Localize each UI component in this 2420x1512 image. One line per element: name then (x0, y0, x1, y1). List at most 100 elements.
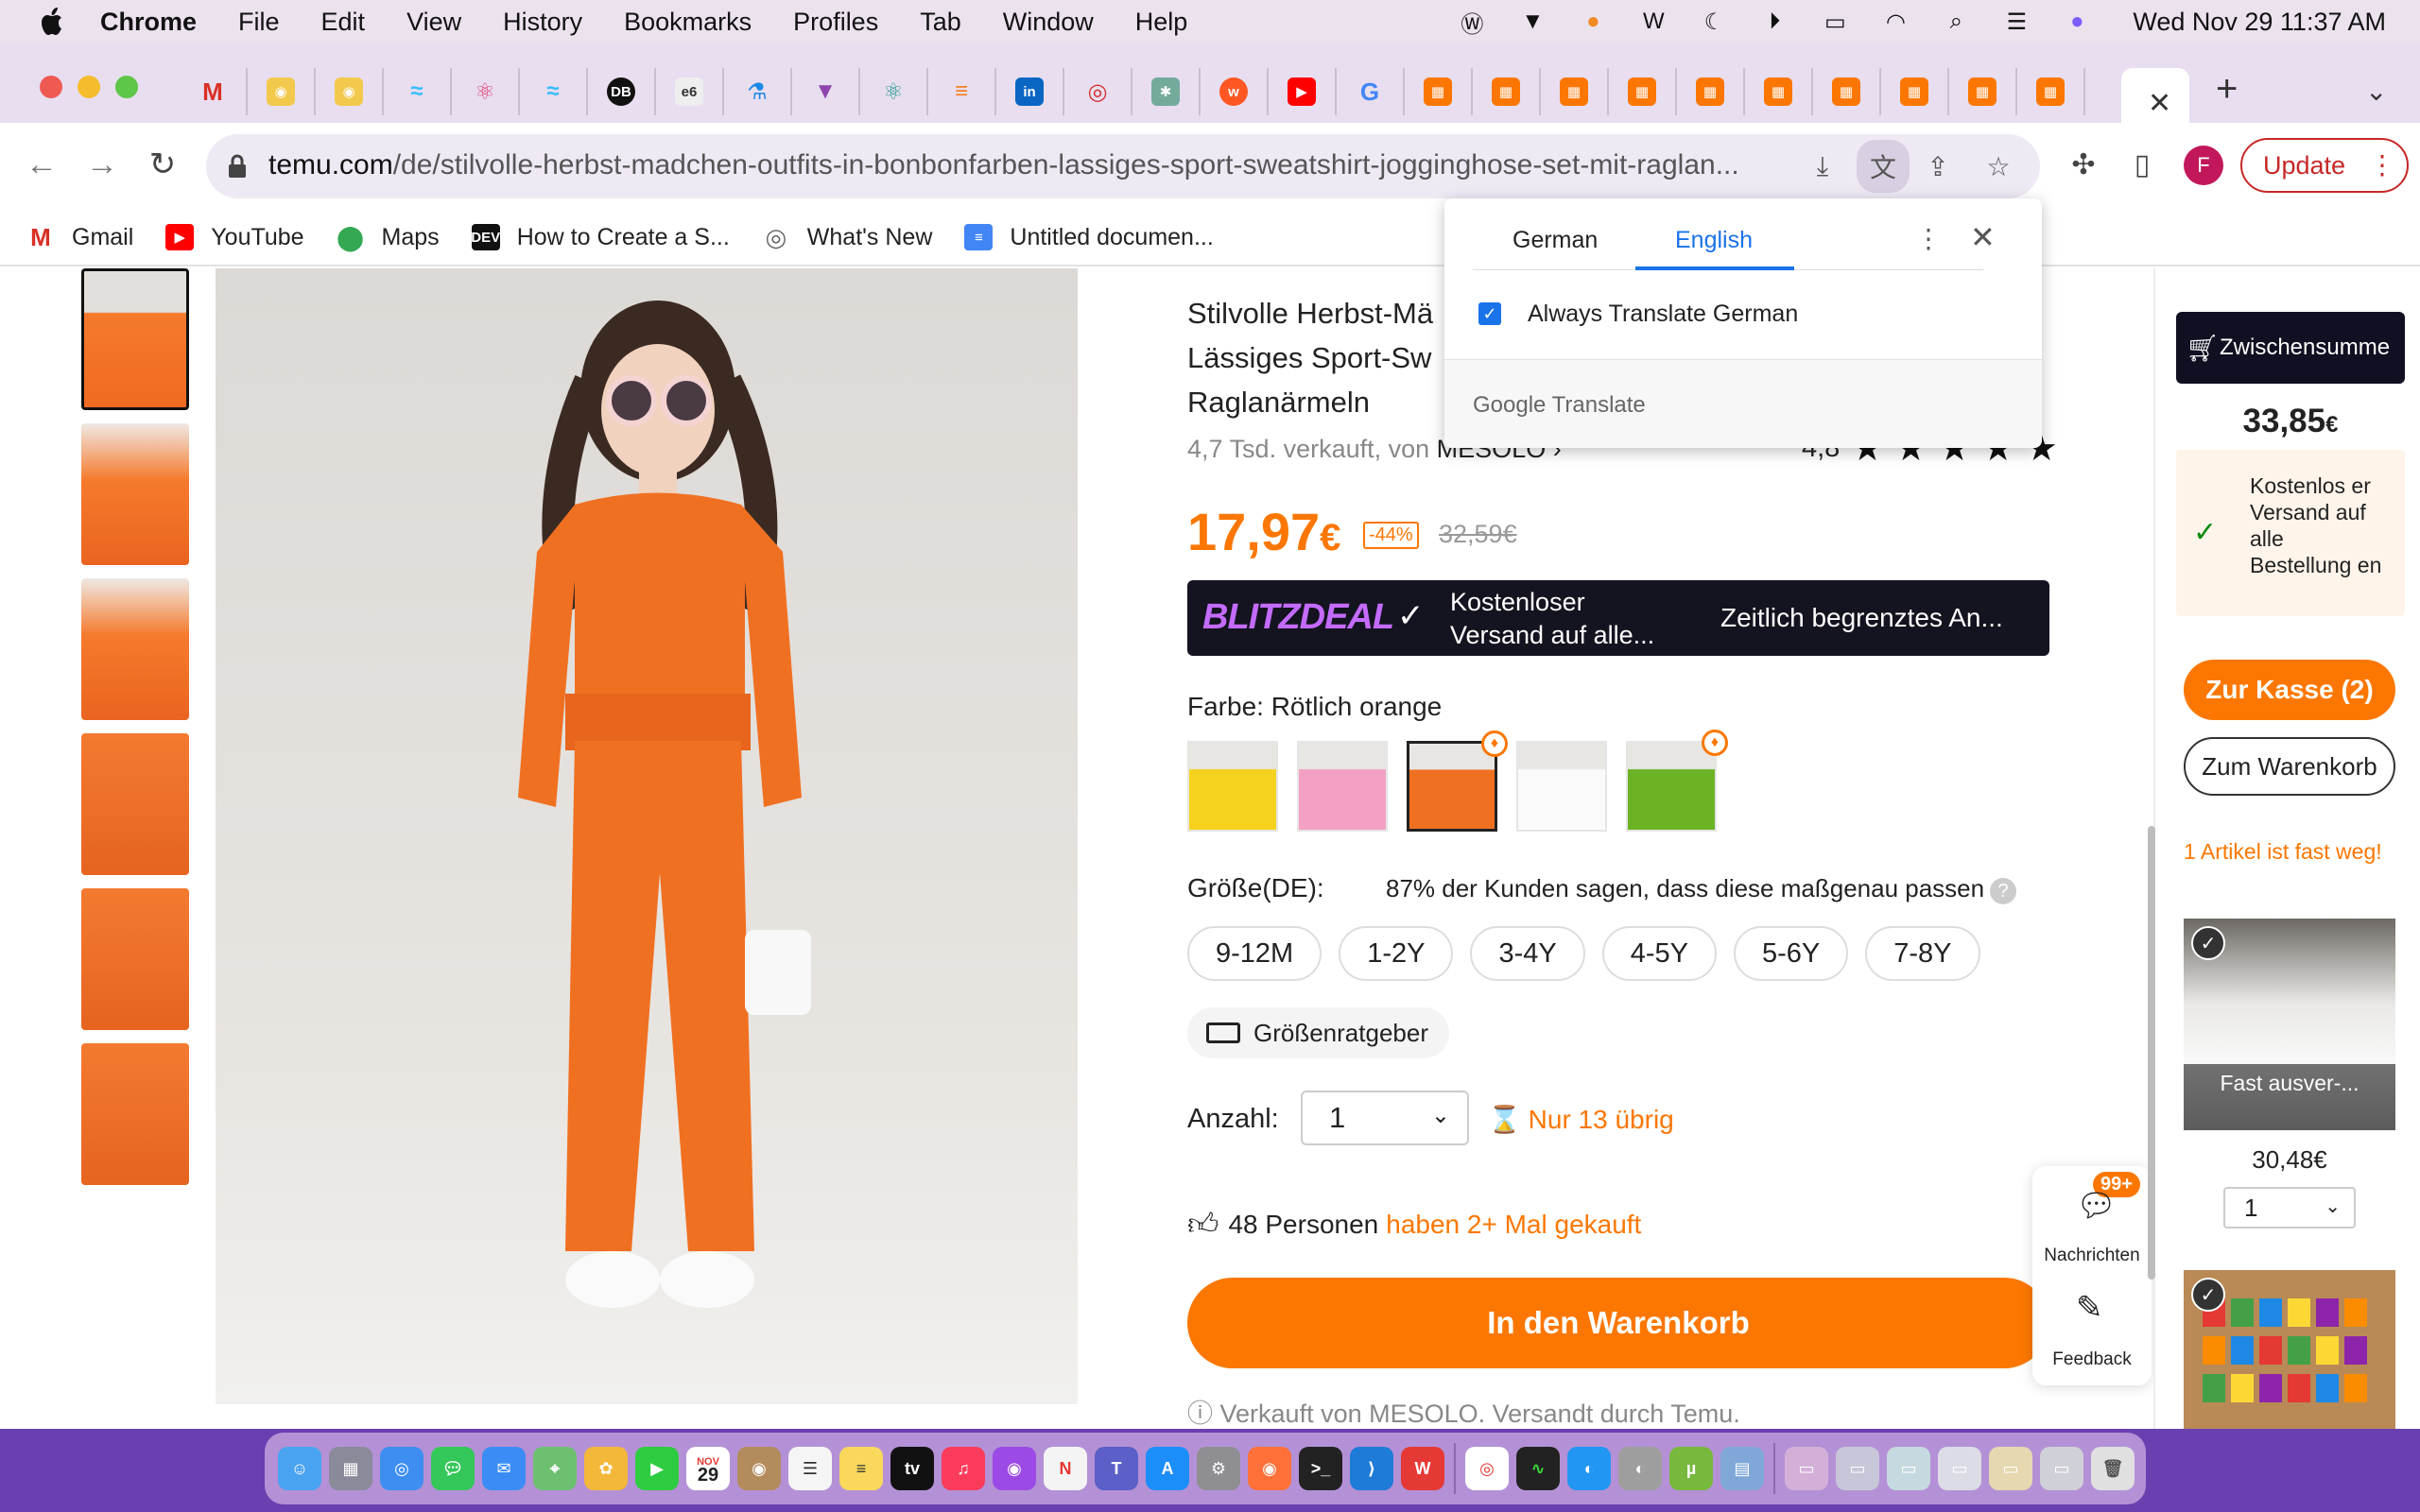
reload-button[interactable]: ↻ (142, 144, 183, 185)
activity-monitor-icon[interactable]: ∿ (1516, 1447, 1560, 1490)
bear-icon[interactable]: ● (1577, 9, 1609, 35)
size-guide-button[interactable]: Größenratgeber (1187, 1007, 1449, 1058)
cart-item-image[interactable]: ✓ (2184, 1270, 2395, 1429)
tab-temu-3[interactable]: ▦ (1541, 68, 1609, 115)
podcasts-icon[interactable]: ◉ (993, 1447, 1036, 1490)
wordpress-icon[interactable]: Ⓦ (1456, 9, 1488, 38)
folder-icon[interactable]: ▭ (1887, 1447, 1930, 1490)
tab-tailwind-1[interactable]: ≈ (384, 68, 452, 115)
tab-temu-6[interactable]: ▦ (1745, 68, 1813, 115)
help-icon[interactable]: ? (1990, 878, 2017, 904)
messages-label[interactable]: Nachrichten (2032, 1246, 2152, 1266)
menu-file[interactable]: File (238, 8, 280, 37)
tab-stackoverflow[interactable]: ≡ (928, 68, 996, 115)
tab-english[interactable]: English (1675, 227, 1753, 254)
install-icon[interactable]: ⤓ (1804, 147, 1841, 185)
thumbnail-image[interactable] (81, 888, 189, 1030)
facetime-icon[interactable]: ▶ (635, 1447, 679, 1490)
menu-history[interactable]: History (503, 8, 582, 37)
news-icon[interactable]: N (1044, 1447, 1087, 1490)
control-center-icon[interactable]: ☰ (2000, 9, 2032, 35)
folder-icon[interactable]: ▭ (1785, 1447, 1828, 1490)
feedback-icon[interactable]: ✎ (2076, 1289, 2103, 1327)
quantity-select[interactable]: 1 ⌄ (1301, 1091, 1469, 1145)
more-menu-icon[interactable]: ⋮ (2369, 149, 2395, 180)
tab-temu-5[interactable]: ▦ (1677, 68, 1745, 115)
bookmark-gmail[interactable]: M Gmail (26, 223, 133, 251)
size-option[interactable]: 1-2Y (1339, 926, 1454, 981)
contacts-icon[interactable]: ◉ (737, 1447, 781, 1490)
bookmark-maps[interactable]: ⬤ Maps (337, 223, 440, 251)
profile-avatar[interactable]: F (2184, 146, 2223, 185)
tab-search-chevron-icon[interactable]: ⌄ (2365, 76, 2387, 107)
tab-german[interactable]: German (1512, 227, 1598, 254)
new-tab-button[interactable]: + (2216, 68, 2238, 111)
calendar-icon[interactable]: NOV 29 (686, 1447, 730, 1490)
trash-icon[interactable]: 🗑︎ (2091, 1447, 2135, 1490)
tab-temu-8[interactable]: ▦ (1881, 68, 1949, 115)
elephant-icon[interactable]: ◐ (1618, 1447, 1662, 1490)
search-icon[interactable]: ⌕ (1940, 9, 1972, 35)
utorrent-icon[interactable]: µ (1669, 1447, 1713, 1490)
size-option[interactable]: 9-12M (1187, 926, 1322, 981)
always-translate-label[interactable]: Always Translate German (1528, 301, 1798, 328)
folder-icon[interactable]: ▭ (1836, 1447, 1879, 1490)
apple-icon[interactable] (38, 6, 66, 38)
bookmark-dev[interactable]: DEV How to Create a S... (471, 224, 730, 251)
thumbnail-image[interactable] (81, 733, 189, 875)
lock-icon[interactable] (227, 153, 248, 180)
share-icon[interactable]: ⇪ (1919, 147, 1957, 185)
menu-edit[interactable]: Edit (321, 8, 366, 37)
menu-profiles[interactable]: Profiles (793, 8, 878, 37)
folder-icon[interactable]: ▭ (1989, 1447, 2032, 1490)
tab-react-1[interactable]: ⚛ (452, 68, 520, 115)
tab-google[interactable]: G (1337, 68, 1405, 115)
tab-temu-1[interactable]: ▦ (1405, 68, 1473, 115)
tab-tailwind-2[interactable]: ≈ (520, 68, 588, 115)
folder-icon[interactable]: ▭ (2040, 1447, 2083, 1490)
tab-temu-10[interactable]: ▦ (2017, 68, 2085, 115)
tab-chatgpt[interactable]: ✱ (1132, 68, 1201, 115)
system-settings-icon[interactable]: ⚙ (1197, 1447, 1240, 1490)
bookmark-youtube[interactable]: ▶ YouTube (165, 224, 304, 251)
tab-temu-7[interactable]: ▦ (1813, 68, 1881, 115)
vscode-icon[interactable]: ⟩ (1350, 1447, 1393, 1490)
wps-icon[interactable]: W (1401, 1447, 1444, 1490)
extensions-icon[interactable]: ✣ (2065, 146, 2102, 183)
launchpad-icon[interactable]: ▦ (329, 1447, 372, 1490)
tab-youtube[interactable]: ▶ (1269, 68, 1337, 115)
folder-icon[interactable]: ▭ (1938, 1447, 1981, 1490)
tab-vite[interactable]: ▼ (792, 68, 860, 115)
flash-deal-banner[interactable]: BLITZDEAL ✓ Kostenloser Versand auf alle.… (1187, 580, 2049, 656)
thumbnail-image[interactable] (81, 578, 189, 720)
minimize-window-button[interactable] (78, 76, 100, 98)
chat-icon[interactable]: 💬︎ (2076, 1187, 2117, 1225)
maps-icon[interactable]: ⌖ (533, 1447, 577, 1490)
preview-icon[interactable]: ▤ (1720, 1447, 1764, 1490)
bookmark-whats-new[interactable]: ◎ What's New (762, 223, 932, 251)
menu-clock[interactable]: Wed Nov 29 11:37 AM (2133, 8, 2386, 37)
reminders-icon[interactable]: ☰ (788, 1447, 832, 1490)
update-button[interactable]: Update ⋮ (2240, 138, 2409, 193)
color-swatch-white[interactable] (1516, 741, 1607, 832)
menu-view[interactable]: View (406, 8, 461, 37)
tab-temu-9[interactable]: ▦ (1949, 68, 2017, 115)
battery-icon[interactable]: ▭ (1819, 9, 1851, 35)
add-to-cart-button[interactable]: In den Warenkorb (1187, 1278, 2049, 1368)
page-scrollbar[interactable] (2148, 826, 2155, 1280)
menu-tab[interactable]: Tab (920, 8, 961, 37)
terminal-icon[interactable]: >_ (1299, 1447, 1342, 1490)
main-product-image[interactable] (216, 268, 1078, 1404)
tab-db[interactable]: DB (588, 68, 656, 115)
translate-icon[interactable]: 文 (1857, 140, 1910, 193)
photos-icon[interactable]: ✿ (584, 1447, 628, 1490)
size-option[interactable]: 3-4Y (1470, 926, 1585, 981)
tab-e6[interactable]: e6 (656, 68, 724, 115)
tab-bear-2[interactable]: ◉ (316, 68, 384, 115)
zoom-window-button[interactable] (115, 76, 138, 98)
url-text[interactable]: temu.com/de/stilvolle-herbst-madchen-out… (268, 149, 1800, 181)
close-tab-icon[interactable]: ✕ (2148, 87, 2171, 120)
cart-item-quantity-select[interactable]: 1 ⌄ (2223, 1187, 2356, 1228)
color-swatch-yellow[interactable] (1187, 741, 1278, 832)
menu-app-name[interactable]: Chrome (100, 8, 197, 37)
